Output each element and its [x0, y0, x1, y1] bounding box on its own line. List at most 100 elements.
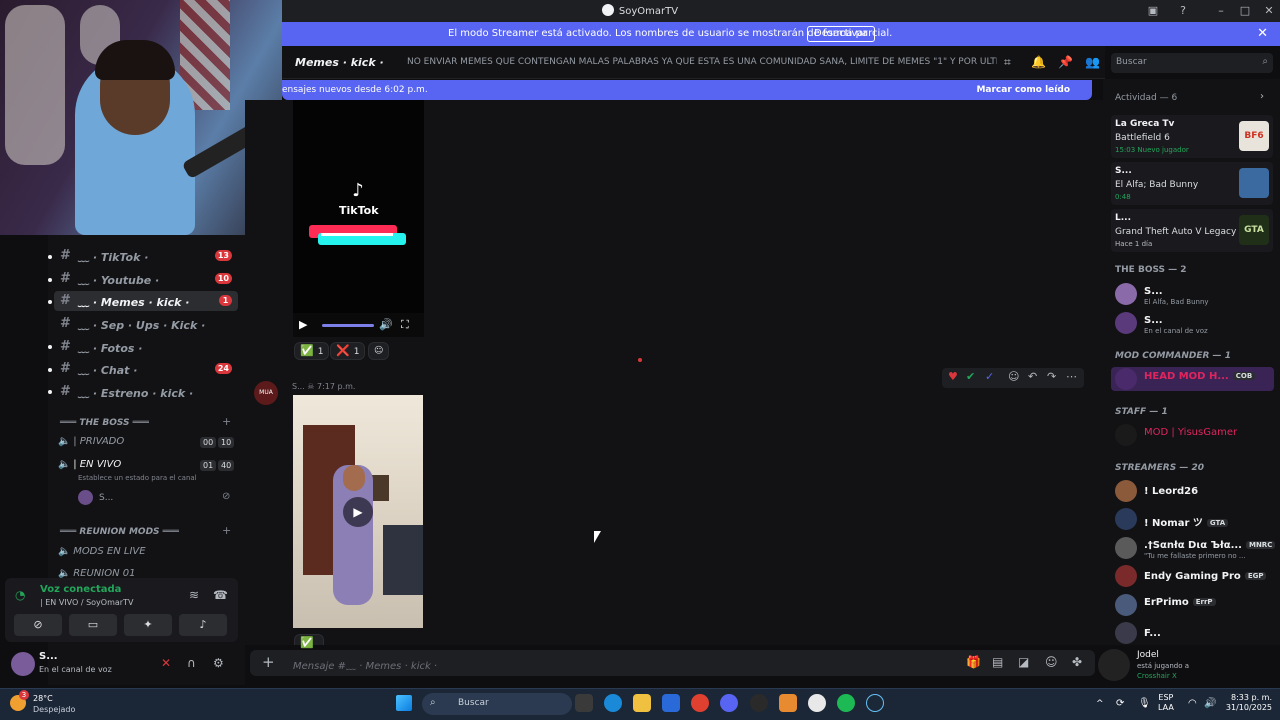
- reaction-check[interactable]: ✅: [294, 634, 324, 649]
- heart-reaction-icon[interactable]: ♥: [948, 370, 958, 383]
- disconnect-icon[interactable]: ☎: [213, 588, 228, 602]
- channel-estreno-kick[interactable]: # ﹏ · Estreno · kick ·: [54, 382, 238, 402]
- chrome-icon[interactable]: [691, 694, 709, 712]
- activity-header[interactable]: Actividad — 6: [1115, 93, 1177, 103]
- edge-icon[interactable]: [604, 694, 622, 712]
- reaction-cross[interactable]: ❌ 1: [330, 342, 366, 360]
- obs-icon[interactable]: [750, 694, 768, 712]
- video-progress-bar[interactable]: [322, 324, 374, 327]
- activity-card[interactable]: L... Grand Theft Auto V Legacy Hace 1 dí…: [1111, 209, 1273, 252]
- pin-icon[interactable]: 📌: [1058, 55, 1073, 69]
- member-item[interactable]: ! Nomar ツ GTA: [1115, 508, 1275, 530]
- add-reaction-button[interactable]: ☺: [368, 342, 390, 360]
- start-button[interactable]: [396, 695, 412, 711]
- gif-icon[interactable]: ▤: [992, 655, 1003, 669]
- deactivate-streamer-button[interactable]: Desactivar: [807, 26, 875, 42]
- channel-chat[interactable]: # ﹏ · Chat · 24: [54, 359, 238, 379]
- activities-button[interactable]: ✦: [124, 614, 172, 636]
- member-item[interactable]: HEAD MOD H... COB: [1115, 368, 1275, 390]
- store-icon[interactable]: [662, 694, 680, 712]
- inbox-icon[interactable]: ▣: [1146, 4, 1160, 18]
- close-window-button[interactable]: ✕: [1262, 4, 1276, 18]
- file-explorer-icon[interactable]: [575, 694, 593, 712]
- member-item[interactable]: ErPrimo ErrP: [1115, 594, 1275, 616]
- channel-memes-kick[interactable]: # ﹏ · Memes · kick · 1: [54, 291, 238, 311]
- app-icon[interactable]: [808, 694, 826, 712]
- tiktok-video-embed[interactable]: ♪ TikTok: [293, 100, 424, 313]
- clock[interactable]: 8:33 p. m. 31/10/2025: [1226, 693, 1272, 713]
- voice-channel-mods-live[interactable]: 🔈 MODS EN LIVE: [58, 546, 146, 557]
- member-item[interactable]: MOD | YisusGamer: [1115, 424, 1275, 446]
- member-item[interactable]: F...: [1115, 622, 1275, 644]
- mute-icon[interactable]: ✕: [161, 656, 171, 670]
- volume-icon[interactable]: 🔊: [1204, 698, 1216, 709]
- channel-topic[interactable]: NO ENVIAR MEMES QUE CONTENGAN MALAS PALA…: [407, 57, 997, 67]
- camera-toggle-button[interactable]: ⊘: [14, 614, 62, 636]
- add-reaction-icon[interactable]: ☺: [1008, 370, 1019, 383]
- member-item[interactable]: .†Sαnłα Dια Ъłα... MNRC "Tu me fallaste pr…: [1115, 537, 1276, 560]
- language-indicator[interactable]: ESP LAA: [1158, 693, 1174, 713]
- apps-icon[interactable]: ✤: [1072, 655, 1082, 669]
- member-item[interactable]: S... En el canal de voz: [1115, 312, 1275, 335]
- category-reunion-mods[interactable]: ═══ REUNION MODS ═══: [60, 527, 179, 537]
- app-icon[interactable]: [779, 694, 797, 712]
- member-item[interactable]: Endy Gaming Pro EGP: [1115, 565, 1275, 587]
- gift-icon[interactable]: 🎁: [966, 655, 981, 669]
- video-attachment[interactable]: ▶: [293, 395, 423, 628]
- screen-share-button[interactable]: ▭: [69, 614, 117, 636]
- voice-channel-label[interactable]: | EN VIVO / SoyOmarTV: [40, 598, 133, 607]
- channel-sep-ups-kick[interactable]: # ﹏ · Sep · Ups · Kick ·: [54, 314, 238, 334]
- message-author[interactable]: S...: [292, 382, 305, 391]
- mark-as-read-button[interactable]: Marcar como leído: [976, 85, 1070, 95]
- taskbar-search[interactable]: ⌕ Buscar: [422, 693, 572, 715]
- voice-channel-privado[interactable]: 🔈 | PRIVADO: [58, 436, 124, 447]
- forward-icon[interactable]: ↷: [1047, 370, 1056, 383]
- play-icon[interactable]: ▶: [299, 318, 307, 331]
- category-the-boss[interactable]: ═══ THE BOSS ═══: [60, 418, 149, 428]
- play-video-icon[interactable]: ▶: [343, 497, 373, 527]
- activity-card[interactable]: La Greca Tv Battlefield 6 15:03 Nuevo ju…: [1111, 115, 1273, 158]
- message-author-avatar[interactable]: MUA: [254, 381, 278, 405]
- reaction-check[interactable]: ✅ 1: [294, 342, 330, 360]
- help-icon[interactable]: ?: [1176, 4, 1190, 18]
- chevron-up-icon[interactable]: ^: [1096, 699, 1104, 709]
- voice-status[interactable]: Voz conectada: [40, 584, 121, 595]
- add-channel-icon[interactable]: +: [222, 415, 231, 428]
- member-item[interactable]: S... El Alfa, Bad Bunny: [1115, 283, 1275, 306]
- message-composer[interactable]: + Mensaje #﹏ · Memes · kick · 🎁 ▤ ◪ ☺ ✤: [250, 650, 1095, 676]
- channel-youtube[interactable]: # ﹏ · Youtube · 10: [54, 269, 238, 289]
- spotify-icon[interactable]: [837, 694, 855, 712]
- volume-icon[interactable]: 🔊: [379, 318, 393, 331]
- soundboard-button[interactable]: ♪: [179, 614, 227, 636]
- attach-plus-icon[interactable]: +: [262, 653, 275, 671]
- maximize-button[interactable]: □: [1238, 4, 1252, 18]
- wifi-icon[interactable]: ◠: [1188, 698, 1197, 709]
- noise-suppression-icon[interactable]: ≋: [189, 588, 199, 602]
- chevron-right-icon[interactable]: ›: [1260, 91, 1264, 102]
- user-name[interactable]: S...: [39, 651, 58, 662]
- member-item[interactable]: ! Leord26: [1115, 480, 1275, 502]
- close-banner-icon[interactable]: ✕: [1257, 26, 1268, 41]
- microphone-icon[interactable]: 🎙: [1138, 698, 1151, 709]
- fullscreen-icon[interactable]: ⛶: [401, 318, 409, 332]
- folder-icon[interactable]: [633, 694, 651, 712]
- emoji-icon[interactable]: ☺: [1045, 655, 1058, 669]
- user-avatar[interactable]: [11, 652, 35, 676]
- search-input[interactable]: Buscar ⌕: [1111, 53, 1273, 73]
- voice-channel-status[interactable]: Establece un estado para el canal: [78, 474, 197, 482]
- sync-icon[interactable]: ⟳: [1116, 698, 1124, 709]
- reply-icon[interactable]: ↶: [1028, 370, 1037, 383]
- more-options-icon[interactable]: ⋯: [1066, 370, 1077, 383]
- channel-tiktok[interactable]: # ﹏ · TikTok · 13: [54, 246, 238, 266]
- now-playing-card[interactable]: Jodel está jugando a Crosshair X: [1097, 645, 1280, 685]
- activity-card[interactable]: S... El Alfa; Bad Bunny 0:48: [1111, 162, 1273, 205]
- channel-fotos[interactable]: # ﹏ · Fotos ·: [54, 337, 238, 357]
- voice-channel-en-vivo[interactable]: 🔈 | EN VIVO: [58, 459, 121, 470]
- steam-icon[interactable]: [866, 694, 884, 712]
- verified-reaction-icon[interactable]: ✓: [985, 370, 994, 383]
- settings-gear-icon[interactable]: ⚙: [213, 656, 224, 670]
- minimize-button[interactable]: –: [1214, 4, 1228, 18]
- notification-bell-icon[interactable]: 🔔: [1031, 55, 1046, 69]
- headphones-icon[interactable]: ∩: [187, 656, 196, 670]
- discord-icon[interactable]: [720, 694, 738, 712]
